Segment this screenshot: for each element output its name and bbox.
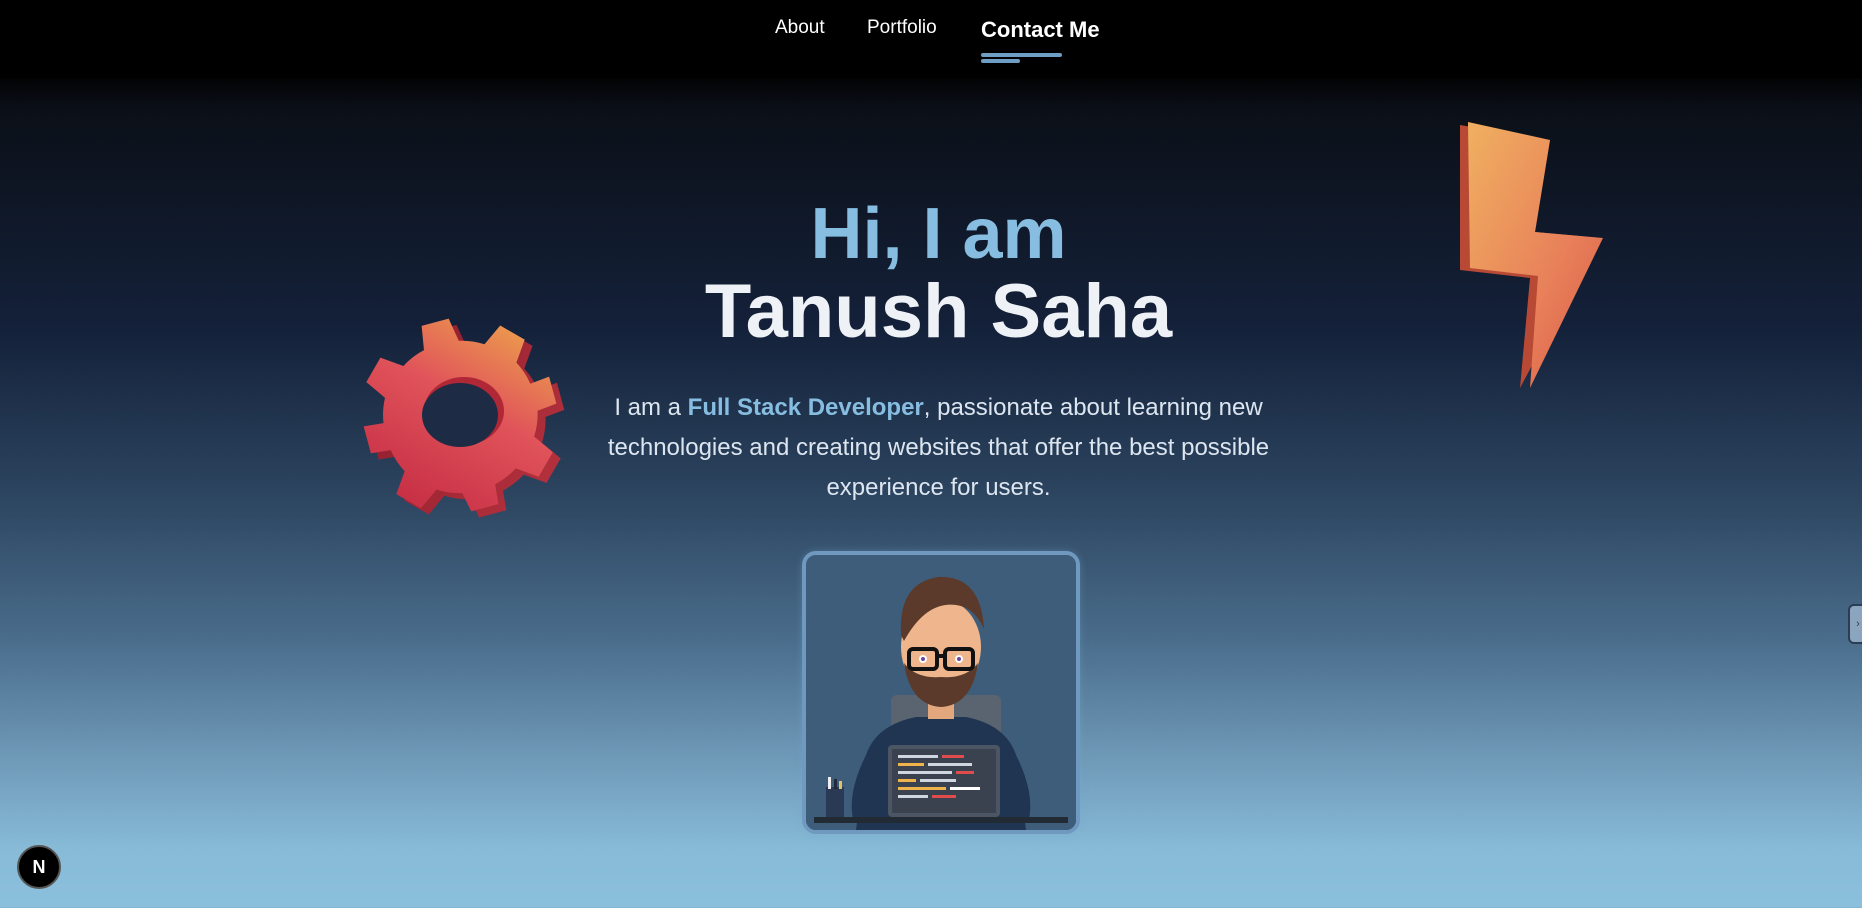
framework-badge-button[interactable]: N: [17, 845, 61, 889]
nav-about-link[interactable]: About: [775, 17, 825, 39]
top-navigation: About Portfolio Contact Me: [0, 0, 1862, 78]
hero-description: I am a Full Stack Developer, passionate …: [580, 388, 1297, 508]
hero-name: Tanush Saha: [704, 269, 1173, 354]
nav-portfolio-link[interactable]: Portfolio: [867, 17, 937, 39]
developer-illustration: [806, 555, 1076, 830]
description-prefix: I am a: [614, 394, 688, 421]
description-highlight: Full Stack Developer: [687, 394, 924, 421]
side-panel-toggle[interactable]: ›: [1848, 604, 1862, 644]
developer-avatar: [802, 551, 1080, 834]
nav-contact-link[interactable]: Contact Me: [981, 17, 1100, 43]
hero-greeting: Hi, I am: [810, 194, 1067, 274]
active-underline-bar: [981, 53, 1062, 57]
active-underline-bar-short: [981, 59, 1020, 63]
